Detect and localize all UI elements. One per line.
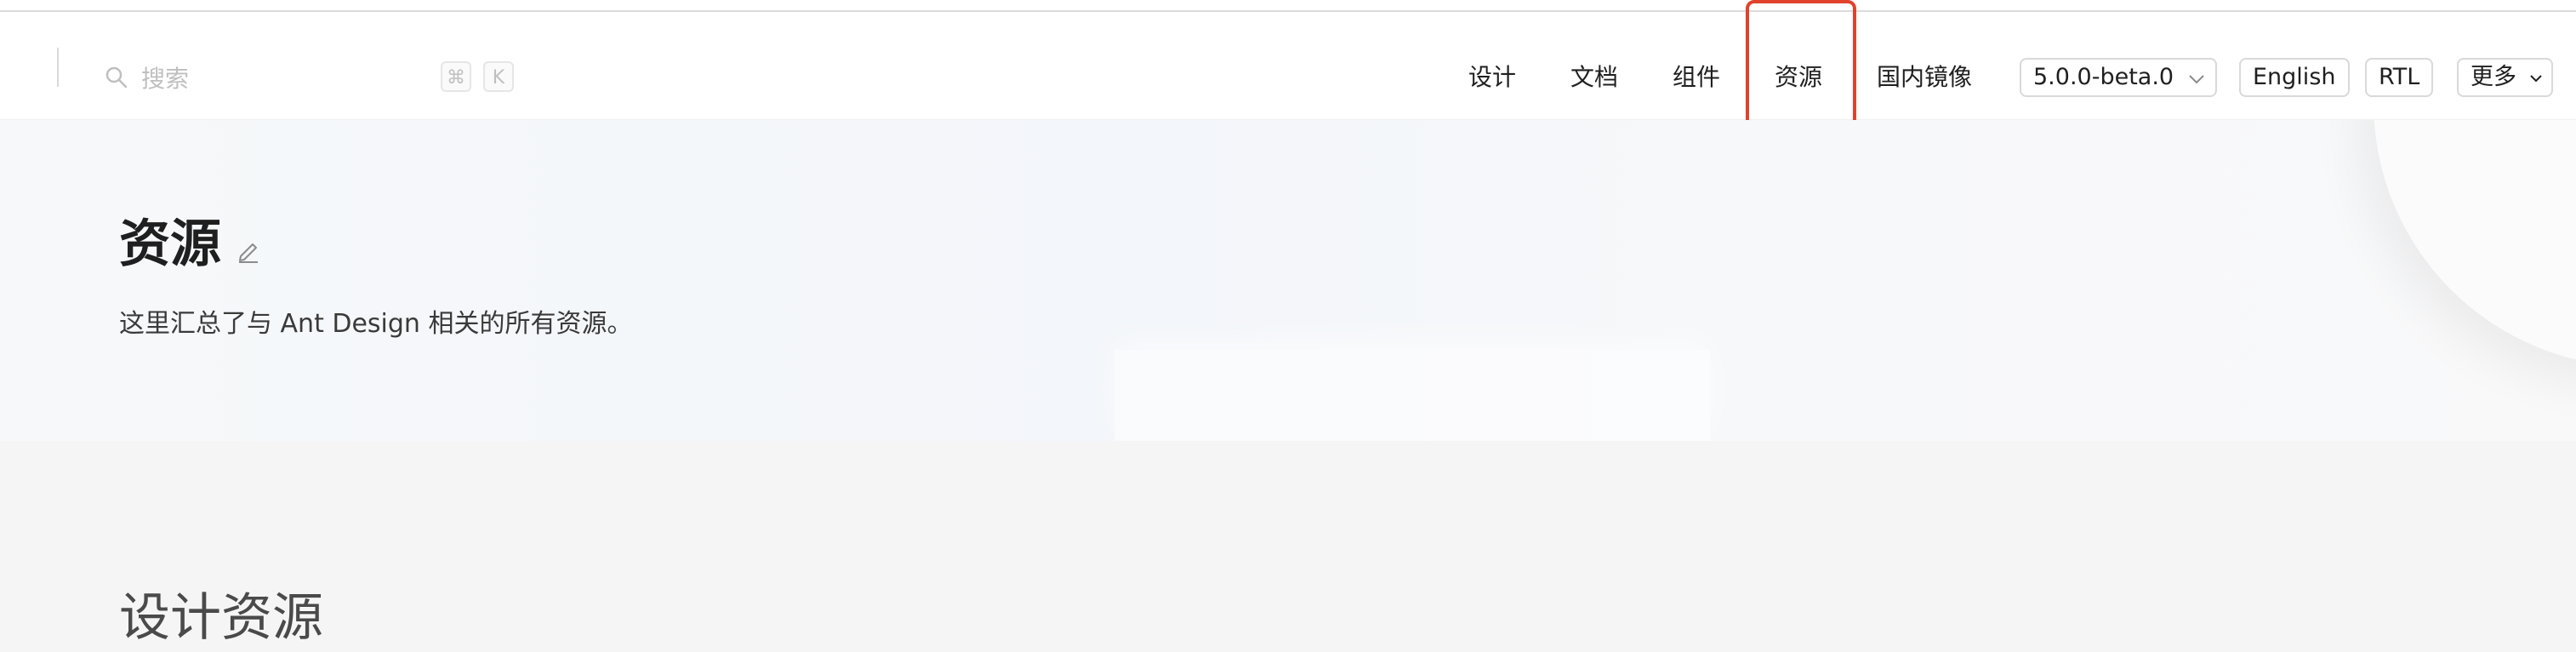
- section-title-design-resources: 设计资源: [119, 588, 323, 648]
- hero-banner: 资源 这里汇总了与 Ant Design 相关的所有资源。: [0, 120, 2576, 441]
- version-select[interactable]: 5.0.0-beta.0: [2020, 58, 2217, 97]
- nav-item-components[interactable]: 组件: [1673, 56, 1720, 99]
- more-button-label: 更多: [2471, 64, 2516, 90]
- page-description: 这里汇总了与 Ant Design 相关的所有资源。: [119, 309, 633, 339]
- decorative-card: [1114, 350, 1710, 441]
- rtl-button[interactable]: RTL: [2365, 58, 2434, 97]
- search-input[interactable]: [140, 56, 415, 100]
- shortcut-key-k: K: [483, 61, 514, 92]
- chevron-down-icon: [2182, 68, 2205, 89]
- decorative-circle: [2374, 120, 2576, 367]
- nav-item-docs[interactable]: 文档: [1570, 56, 1618, 99]
- header-divider: [57, 48, 59, 87]
- top-border: [0, 0, 2576, 12]
- language-button[interactable]: English: [2239, 58, 2350, 97]
- nav-item-mirror[interactable]: 国内镜像: [1877, 56, 1972, 99]
- page-title: 资源: [119, 214, 221, 274]
- site-header: ⌘ K 设计 文档 组件 资源 国内镜像 5.0.0-beta.0 Englis…: [0, 12, 2576, 120]
- nav-item-design[interactable]: 设计: [1468, 56, 1516, 99]
- edit-icon[interactable]: [234, 236, 263, 265]
- more-button[interactable]: 更多: [2457, 58, 2553, 97]
- chevron-down-icon: [2522, 64, 2543, 90]
- shortcut-key-cmd: ⌘: [441, 61, 471, 92]
- nav-item-resources[interactable]: 资源: [1775, 56, 1822, 99]
- version-select-value: 5.0.0-beta.0: [2033, 64, 2174, 90]
- search-icon: [104, 65, 129, 90]
